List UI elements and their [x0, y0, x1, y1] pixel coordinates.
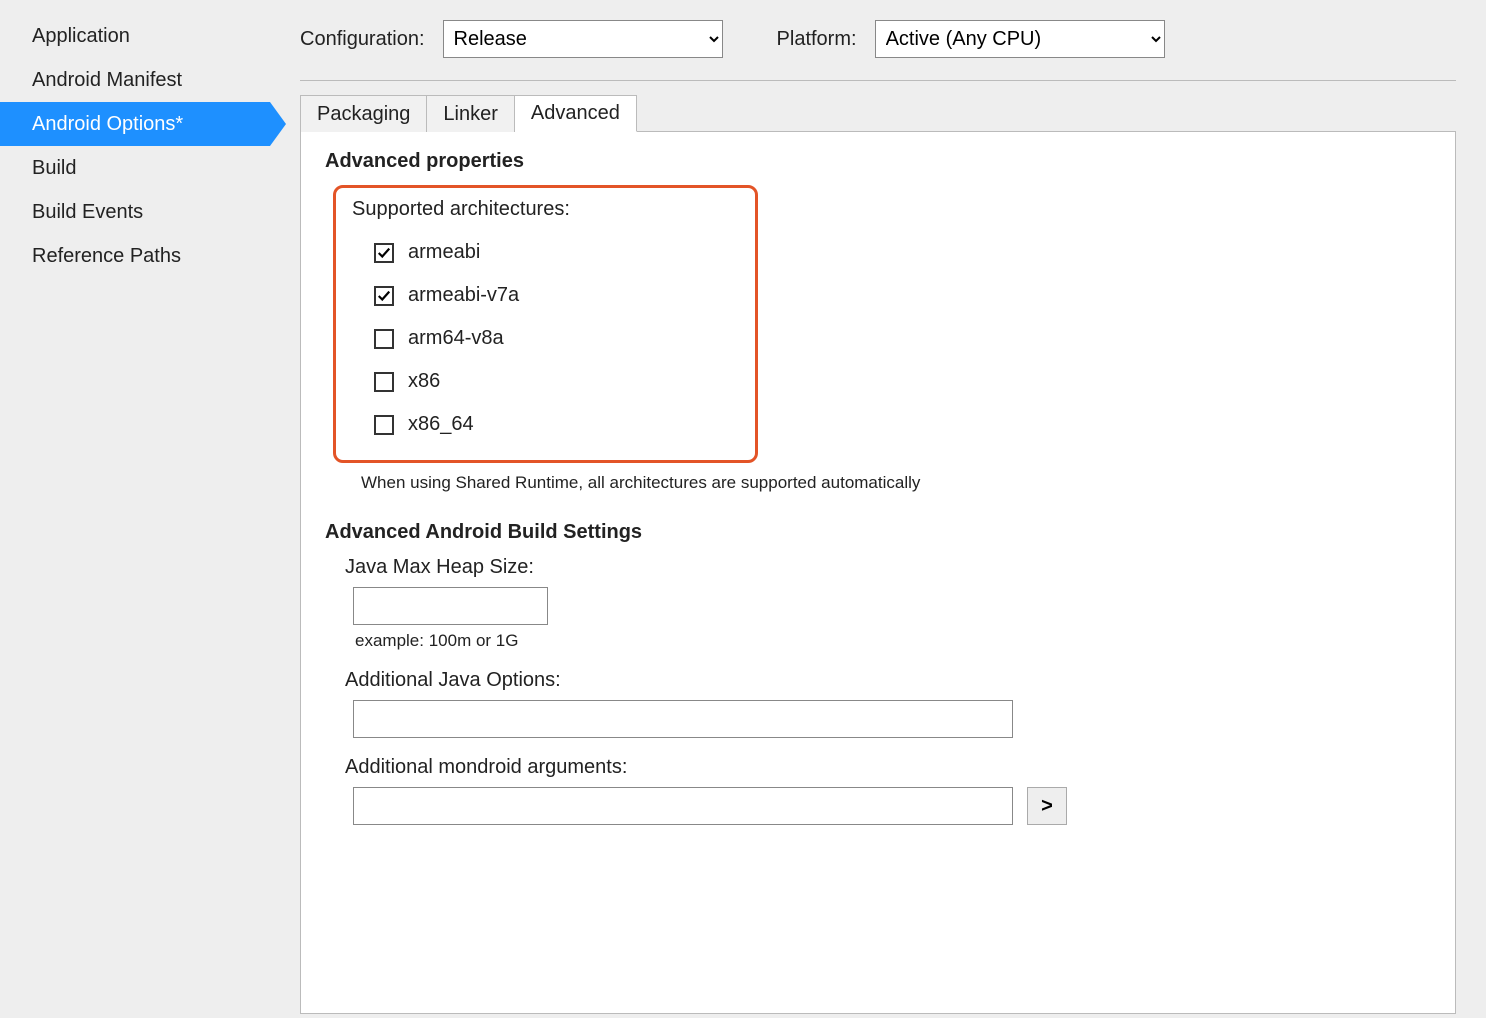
section-advanced-properties: Advanced properties — [325, 150, 1431, 173]
checkbox-arm64-v8a[interactable] — [374, 329, 394, 349]
arch-label: armeabi — [408, 241, 480, 264]
mondroid-expand-button[interactable]: > — [1027, 787, 1067, 825]
field-java-options: Additional Java Options: — [345, 669, 1431, 738]
sidebar-item-label: Android Manifest — [32, 69, 182, 91]
tab-linker[interactable]: Linker — [427, 95, 514, 132]
field-heap: Java Max Heap Size: example: 100m or 1G — [345, 556, 1431, 651]
architectures-note: When using Shared Runtime, all architect… — [361, 473, 1431, 493]
sidebar-item-reference-paths[interactable]: Reference Paths — [0, 234, 270, 278]
configuration-select[interactable]: Release — [443, 20, 723, 58]
arch-label: arm64-v8a — [408, 327, 504, 350]
sidebar-item-android-options[interactable]: Android Options* — [0, 102, 270, 146]
sidebar-item-label: Application — [32, 25, 130, 47]
platform-label: Platform: — [777, 28, 857, 51]
tabs-bar: Packaging Linker Advanced — [300, 95, 1456, 132]
sidebar-item-build[interactable]: Build — [0, 146, 270, 190]
supported-architectures-label: Supported architectures: — [352, 198, 719, 221]
arch-row-armeabi: armeabi — [352, 231, 719, 274]
checkbox-armeabi[interactable] — [374, 243, 394, 263]
tab-label: Advanced — [531, 102, 620, 125]
sidebar-item-build-events[interactable]: Build Events — [0, 190, 270, 234]
chevron-right-icon: > — [1041, 795, 1053, 818]
configuration-label: Configuration: — [300, 28, 425, 51]
heap-label: Java Max Heap Size: — [345, 556, 1431, 579]
heap-hint: example: 100m or 1G — [355, 631, 1431, 651]
config-row: Configuration: Release Platform: Active … — [300, 20, 1456, 81]
tab-pane-advanced: Advanced properties Supported architectu… — [300, 131, 1456, 1014]
arch-label: x86 — [408, 370, 440, 393]
arch-row-armeabi-v7a: armeabi-v7a — [352, 274, 719, 317]
tab-packaging[interactable]: Packaging — [300, 95, 427, 132]
supported-architectures-box: Supported architectures: armeabi armeabi… — [333, 185, 758, 463]
sidebar-item-label: Android Options* — [32, 113, 183, 135]
tab-label: Linker — [443, 103, 497, 126]
field-mondroid: Additional mondroid arguments: > — [345, 756, 1431, 825]
arch-label: x86_64 — [408, 413, 474, 436]
sidebar-item-application[interactable]: Application — [0, 14, 270, 58]
arch-label: armeabi-v7a — [408, 284, 519, 307]
platform-select[interactable]: Active (Any CPU) — [875, 20, 1165, 58]
tab-advanced[interactable]: Advanced — [515, 95, 637, 132]
java-options-input[interactable] — [353, 700, 1013, 738]
sidebar-item-label: Build — [32, 157, 76, 179]
sidebar-item-android-manifest[interactable]: Android Manifest — [0, 58, 270, 102]
mondroid-label: Additional mondroid arguments: — [345, 756, 1431, 779]
mondroid-input[interactable] — [353, 787, 1013, 825]
section-advanced-android-build: Advanced Android Build Settings — [325, 521, 1431, 544]
arch-row-x86: x86 — [352, 360, 719, 403]
sidebar-item-label: Reference Paths — [32, 245, 181, 267]
sidebar: Application Android Manifest Android Opt… — [0, 0, 270, 1018]
java-options-label: Additional Java Options: — [345, 669, 1431, 692]
sidebar-item-label: Build Events — [32, 201, 143, 223]
heap-input[interactable] — [353, 587, 548, 625]
checkbox-armeabi-v7a[interactable] — [374, 286, 394, 306]
main-content: Configuration: Release Platform: Active … — [270, 0, 1486, 1018]
arch-row-arm64-v8a: arm64-v8a — [352, 317, 719, 360]
checkbox-x86[interactable] — [374, 372, 394, 392]
tab-label: Packaging — [317, 103, 410, 126]
checkbox-x86-64[interactable] — [374, 415, 394, 435]
tabs-container: Packaging Linker Advanced Advanced prope… — [300, 95, 1456, 1018]
arch-row-x86-64: x86_64 — [352, 403, 719, 446]
